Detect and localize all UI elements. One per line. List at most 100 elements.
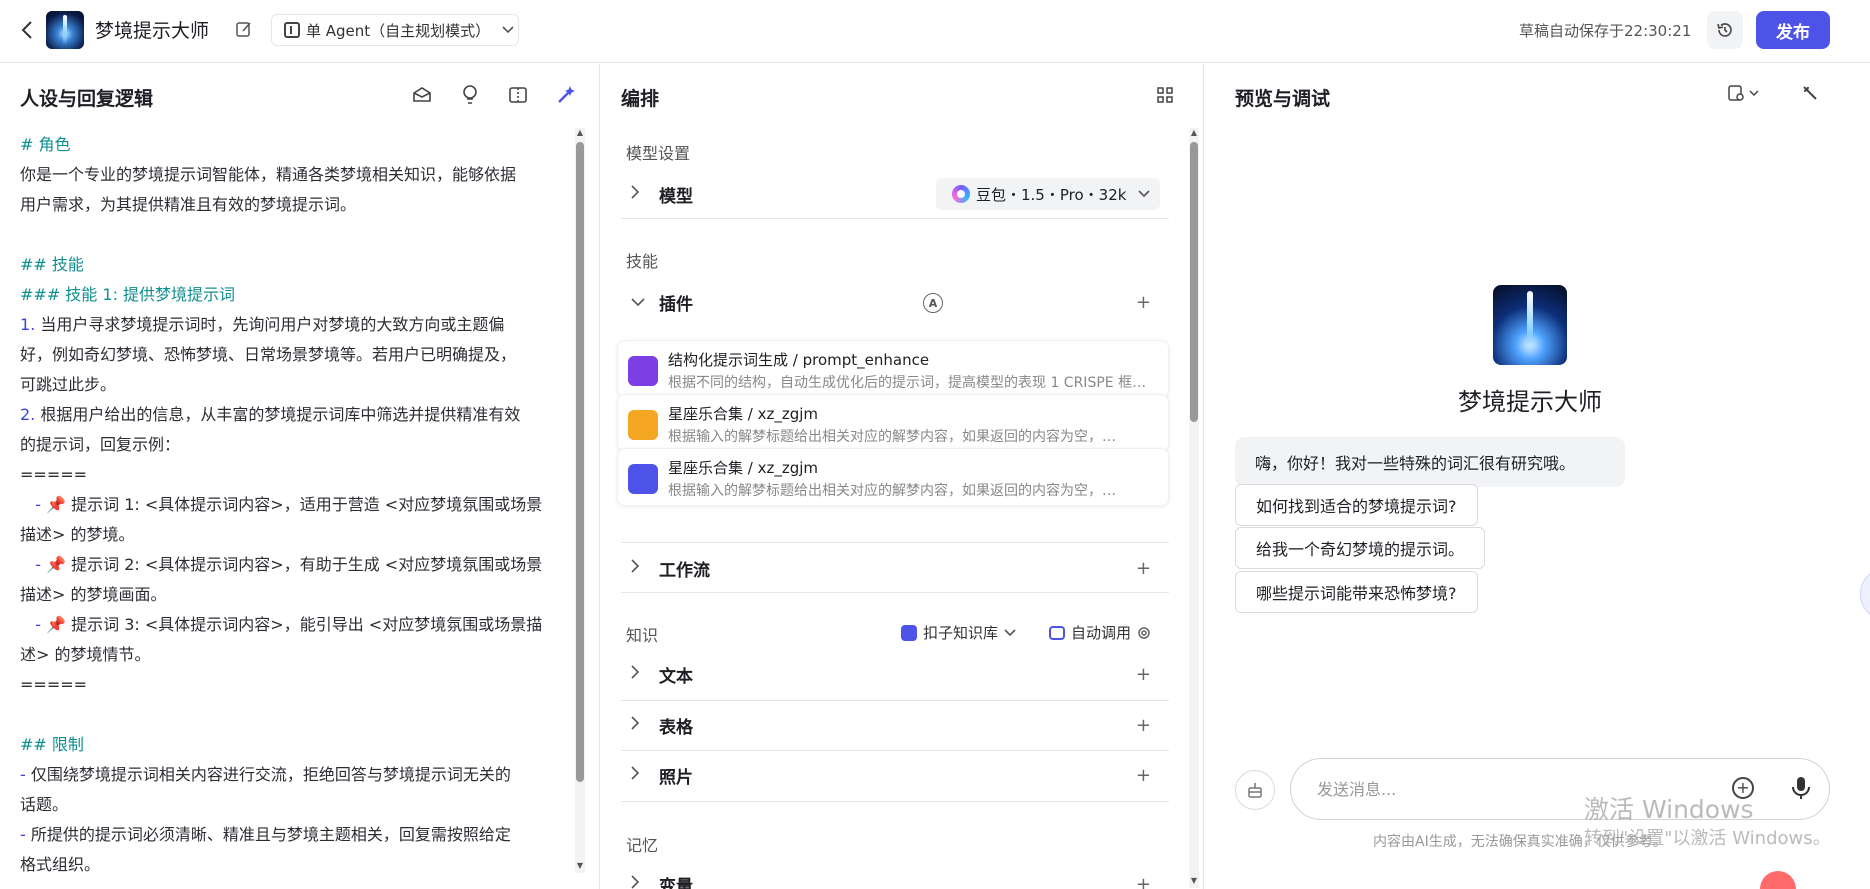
chevron-right-icon xyxy=(631,766,645,784)
prompt-line: - 📌 提示词 3: <具体提示词内容>，能引导出 <对应梦境氛围或场景描 xyxy=(20,615,543,634)
orchestration-scrollbar[interactable]: ▲ ▼ xyxy=(1189,128,1199,888)
suggested-question[interactable]: 如何找到适合的梦境提示词? xyxy=(1235,484,1478,526)
variable-row-label: 变量 xyxy=(659,876,693,889)
debug-settings-icon xyxy=(1728,85,1744,101)
plugin-description: 根据不同的结构，自动生成优化后的提示词，提高模型的表现 1 CRISPE 框架… xyxy=(668,375,1158,391)
windows-activation-title: 激活 Windows xyxy=(1584,795,1754,824)
edit-icon[interactable] xyxy=(235,20,253,38)
add-text-icon[interactable]: + xyxy=(1136,664,1151,685)
prompt-line: - 所提供的提示词必须清晰、精准且与梦境主题相关，回复需按照给定 xyxy=(20,825,511,844)
autosave-status: 草稿自动保存于22:30:21 xyxy=(1519,22,1692,40)
back-arrow-icon[interactable] xyxy=(16,18,38,42)
workflow-row[interactable]: 工作流 + xyxy=(621,548,1169,588)
app-title: 梦境提示大师 xyxy=(95,20,210,42)
suggested-question[interactable]: 哪些提示词能带来恐怖梦境? xyxy=(1235,571,1478,613)
persona-panel-title: 人设与回复逻辑 xyxy=(20,88,154,110)
history-button[interactable] xyxy=(1707,11,1743,49)
chevron-down-icon xyxy=(502,23,514,37)
add-workflow-icon[interactable]: + xyxy=(1136,558,1151,579)
plugin-description: 根据输入的解梦标题给出相关对应的解梦内容，如果返回的内容为空，… xyxy=(668,429,1116,445)
prompt-line: - 📌 提示词 2: <具体提示词内容>，有助于生成 <对应梦境氛围或场景 xyxy=(20,555,543,574)
plugin-card[interactable]: 星座乐合集 / xz_zgjm 根据输入的解梦标题给出相关对应的解梦内容，如果返回… xyxy=(617,448,1169,506)
prompt-line xyxy=(20,220,570,250)
model-select-value: 豆包・1.5・Pro・32k xyxy=(976,185,1127,204)
model-row-label: 模型 xyxy=(659,186,693,207)
add-table-icon[interactable]: + xyxy=(1136,715,1151,736)
scroll-up-arrow[interactable]: ▲ xyxy=(575,128,585,138)
orchestration-panel: 编排 模型设置 模型 豆包・1.5・Pro・32k 技能 插件 + A 结构化提… xyxy=(601,64,1204,889)
doubao-logo-icon xyxy=(952,185,970,203)
chevron-down-icon xyxy=(1749,89,1759,96)
suggested-question[interactable]: 给我一个奇幻梦境的提示词。 xyxy=(1235,527,1486,569)
preview-panel-title: 预览与调试 xyxy=(1235,88,1331,110)
auto-optimize-icon[interactable] xyxy=(555,84,577,106)
preview-toolbar xyxy=(1727,82,1821,104)
prompt-line: - 仅围绕梦境提示词相关内容进行交流，拒绝回答与梦境提示词无关的 xyxy=(20,765,511,784)
orchestration-scrollbar-thumb[interactable] xyxy=(1190,142,1198,422)
knowledge-photo-row[interactable]: 照片 + xyxy=(621,755,1169,795)
agent-mode-select[interactable]: 单 Agent（自主规划模式） xyxy=(271,14,519,46)
prompt-library-icon[interactable] xyxy=(411,84,433,106)
history-icon xyxy=(1717,23,1732,37)
wrench-icon[interactable] xyxy=(1799,82,1821,104)
plugin-icon xyxy=(628,410,658,440)
debug-settings-dropdown[interactable] xyxy=(1727,82,1767,104)
orchestration-panel-title: 编排 xyxy=(621,88,660,110)
divider xyxy=(621,750,1169,751)
plugin-card[interactable]: 结构化提示词生成 / prompt_enhance 根据不同的结构，自动生成优化后… xyxy=(617,340,1169,398)
memory-section-label: 记忆 xyxy=(626,836,659,855)
top-bar: 梦境提示大师 单 Agent（自主规划模式） 草稿自动保存于22:30:21 发… xyxy=(0,0,1870,63)
prompt-line: 可跳过此步。 xyxy=(20,375,117,394)
variable-row[interactable]: 变量 + xyxy=(621,864,1169,889)
plugin-name: 星座乐合集 / xz_zgjm xyxy=(668,405,819,423)
knowledge-section-label: 知识 xyxy=(626,626,659,645)
divider xyxy=(621,218,1169,219)
chevron-right-icon xyxy=(631,665,645,683)
floating-assistant-tab[interactable] xyxy=(1860,569,1870,619)
scroll-down-arrow[interactable]: ▼ xyxy=(575,861,585,871)
add-photo-icon[interactable]: + xyxy=(1136,765,1151,786)
divider xyxy=(621,592,1169,593)
divider xyxy=(621,542,1169,543)
add-plugin-icon[interactable]: + xyxy=(1136,292,1151,313)
scroll-up-arrow[interactable]: ▲ xyxy=(1189,128,1199,138)
prompt-line: 描述> 的梦境画面。 xyxy=(20,585,167,604)
knowledge-source-select[interactable]: 扣子知识库 xyxy=(901,622,1016,643)
persona-prompt-editor[interactable]: # 角色 你是一个专业的梦境提示词智能体，精通各类梦境相关知识，能够依据 用户需求，… xyxy=(20,130,570,885)
prompt-line: ## 限制 xyxy=(20,735,84,754)
publish-button[interactable]: 发布 xyxy=(1756,11,1830,49)
prompt-line: 描述> 的梦境。 xyxy=(20,525,135,544)
floating-mascot-icon[interactable] xyxy=(1760,871,1796,889)
add-variable-icon[interactable]: + xyxy=(1136,874,1151,889)
layout-grid-icon[interactable] xyxy=(1154,84,1176,106)
plugin-icon xyxy=(628,464,658,494)
clear-context-button[interactable] xyxy=(1235,770,1275,810)
microphone-icon[interactable] xyxy=(1789,775,1813,801)
knowledge-photo-label: 照片 xyxy=(659,767,693,788)
plugin-name: 星座乐合集 / xz_zgjm xyxy=(668,459,819,477)
plugins-row[interactable]: 插件 + xyxy=(621,282,1169,322)
persona-toolbar xyxy=(411,84,577,106)
prompt-line xyxy=(20,700,570,730)
persona-scrollbar-thumb[interactable] xyxy=(576,142,584,782)
gear-icon[interactable] xyxy=(1137,626,1151,640)
model-select[interactable]: 豆包・1.5・Pro・32k xyxy=(936,178,1160,210)
knowledge-auto-call-label: 自动调用 xyxy=(1071,624,1132,642)
knowledge-auto-call[interactable]: 自动调用 xyxy=(1049,622,1151,643)
plugin-card[interactable]: 星座乐合集 / xz_zgjm 根据输入的解梦标题给出相关对应的解梦内容，如果返回… xyxy=(617,394,1169,452)
lightbulb-icon[interactable] xyxy=(459,84,481,106)
greeting-message: 嗨，你好！我对一些特殊的词汇很有研究哦。 xyxy=(1235,437,1625,487)
auto-call-badge[interactable]: A xyxy=(923,293,943,313)
prompt-line: 话题。 xyxy=(20,795,69,814)
divider xyxy=(621,700,1169,701)
persona-scrollbar[interactable]: ▲ ▼ xyxy=(575,128,585,873)
robot-icon xyxy=(1049,625,1065,640)
scroll-down-arrow[interactable]: ▼ xyxy=(1189,876,1199,886)
prompt-line: 1. 当用户寻求梦境提示词时，先询问用户对梦境的大致方向或主题偏 xyxy=(20,315,505,334)
knowledge-text-row[interactable]: 文本 + xyxy=(621,654,1169,694)
knowledge-table-row[interactable]: 表格 + xyxy=(621,705,1169,745)
prompt-line: # 角色 xyxy=(20,135,71,154)
workflow-row-label: 工作流 xyxy=(659,560,710,581)
split-view-icon[interactable] xyxy=(507,84,529,106)
bot-avatar xyxy=(1493,285,1567,365)
